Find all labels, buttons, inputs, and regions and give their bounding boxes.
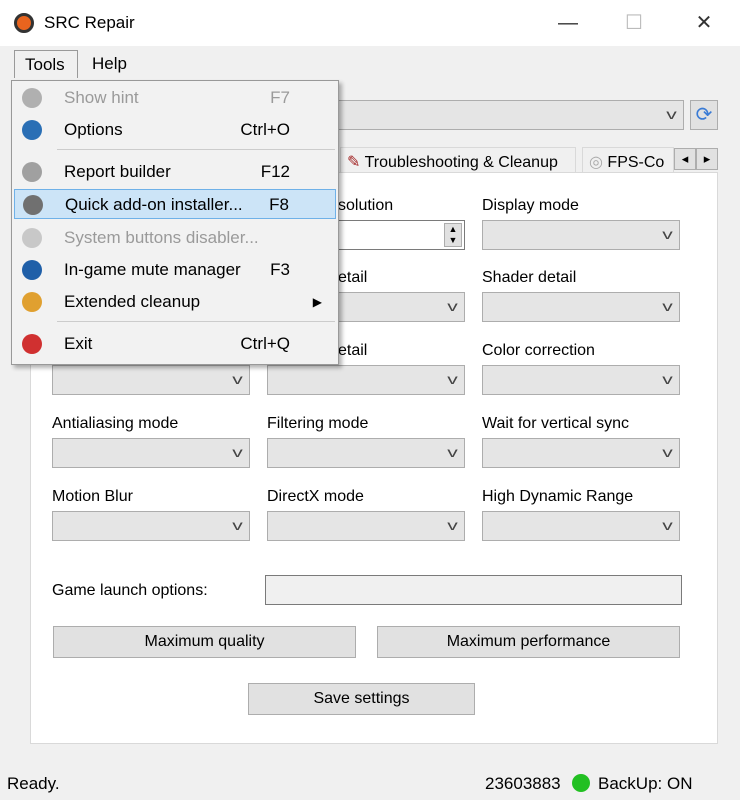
chevron-down-icon: v (232, 371, 243, 387)
tab-scroll-right[interactable]: ▸ (696, 148, 718, 170)
launch-options-input[interactable] (265, 575, 682, 605)
setting-label: Display mode (482, 197, 579, 214)
tab-troubleshooting[interactable]: ✎ Troubleshooting & Cleanup (340, 147, 576, 173)
setting-label: Motion Blur (52, 488, 133, 505)
refresh-icon: ⟳ (695, 104, 713, 126)
help-icon (22, 88, 42, 108)
report-icon (22, 162, 42, 182)
setting-select[interactable]: v (482, 511, 680, 541)
menu-item[interactable]: Show hint F7 (14, 83, 336, 113)
status-id: 23603883 (485, 774, 561, 793)
setting-label: Shader detail (482, 269, 577, 286)
chevron-down-icon: v (662, 444, 673, 460)
backup-status: BackUp: ON (598, 774, 693, 793)
setting-select[interactable]: v (267, 438, 465, 468)
setting-select[interactable]: v (52, 511, 250, 541)
setting-label: Color correction (482, 342, 595, 359)
menu-item[interactable]: In-game mute manager F3 (14, 255, 336, 285)
tools-dropdown-menu: Show hint F7 Options Ctrl+O Report builder F1… (11, 80, 339, 365)
chevron-down-icon: v (447, 371, 458, 387)
setting-label: etail (338, 342, 368, 359)
chevron-down-icon: v (447, 517, 458, 533)
chevron-down-icon: v (662, 298, 673, 314)
menu-help[interactable]: Help (82, 50, 137, 78)
status-text: Ready. (7, 774, 60, 793)
chevron-down-icon: v (232, 517, 243, 533)
exit-icon (22, 334, 42, 354)
launch-options-label: Game launch options: (52, 582, 208, 599)
close-button[interactable]: ✕ (684, 8, 724, 38)
installer-icon (23, 195, 43, 215)
setting-select[interactable]: v (52, 438, 250, 468)
menu-separator (57, 321, 335, 322)
tab-scroll-left[interactable]: ◂ (674, 148, 696, 170)
menu-item[interactable]: Quick add-on installer... F8 (14, 189, 336, 219)
chevron-down-icon: v (447, 444, 458, 460)
setting-label: solution (338, 197, 394, 214)
menu-separator (57, 149, 335, 150)
setting-label: Antialiasing mode (52, 415, 179, 432)
max-performance-button[interactable]: Maximum performance (377, 626, 680, 658)
menu-item[interactable]: Extended cleanup ▶ (14, 287, 336, 317)
brush-icon: ✎ (347, 154, 361, 171)
app-logo-icon (14, 13, 34, 33)
spinner-arrows-icon[interactable]: ▲ ▼ (444, 223, 462, 247)
window-title: SRC Repair (44, 13, 135, 32)
menu-item[interactable]: Options Ctrl+O (14, 115, 336, 145)
setting-select[interactable]: v (267, 365, 465, 395)
chevron-down-icon: v (662, 226, 673, 242)
status-bar: Ready. 23603883 BackUp: ON (0, 768, 740, 800)
keyboard-icon (22, 228, 42, 248)
setting-label: High Dynamic Range (482, 488, 634, 505)
maximize-button[interactable]: ☐ (614, 8, 654, 38)
chevron-down-icon: v (232, 444, 243, 460)
gear-icon (22, 120, 42, 140)
setting-select[interactable]: v (482, 365, 680, 395)
setting-select[interactable]: v (482, 438, 680, 468)
tab-fps[interactable]: ◎ FPS-Co (582, 147, 674, 173)
max-quality-button[interactable]: Maximum quality (53, 626, 356, 658)
setting-select[interactable]: v (482, 292, 680, 322)
menu-tools[interactable]: Tools (14, 50, 78, 78)
title-bar: SRC Repair — ☐ ✕ (0, 0, 740, 46)
setting-label: etail (338, 269, 368, 286)
chevron-down-icon: v (447, 298, 458, 314)
menu-item[interactable]: Exit Ctrl+Q (14, 329, 336, 359)
backup-status-icon (572, 774, 590, 792)
setting-select[interactable]: v (52, 365, 250, 395)
disc-icon: ◎ (589, 154, 603, 171)
mute-icon (22, 260, 42, 280)
chevron-down-icon: v (662, 371, 673, 387)
chevron-down-icon: v (666, 106, 677, 122)
chevron-down-icon: v (662, 517, 673, 533)
refresh-button[interactable]: ⟳ (690, 100, 718, 130)
setting-select[interactable]: v (267, 511, 465, 541)
setting-label: DirectX mode (267, 488, 364, 505)
save-settings-button[interactable]: Save settings (248, 683, 475, 715)
menu-item[interactable]: System buttons disabler... (14, 223, 336, 253)
setting-select[interactable]: v (482, 220, 680, 250)
setting-label: Filtering mode (267, 415, 369, 432)
menu-item[interactable]: Report builder F12 (14, 157, 336, 187)
setting-label: Wait for vertical sync (482, 415, 629, 432)
minimize-button[interactable]: — (548, 8, 588, 38)
broom-icon (22, 292, 42, 312)
